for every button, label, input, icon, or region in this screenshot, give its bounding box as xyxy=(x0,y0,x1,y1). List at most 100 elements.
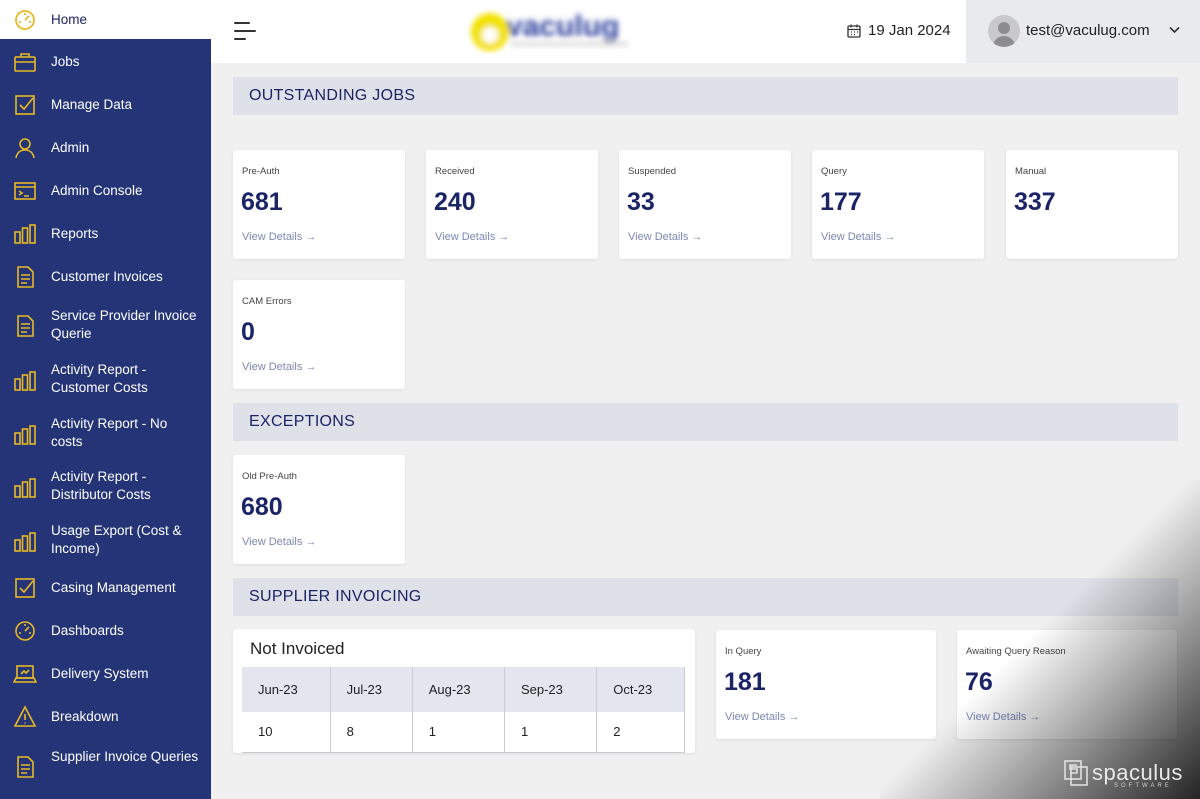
not-invoiced-table: Jun-23 Jul-23 Aug-23 Sep-23 Oct-23 10 8 … xyxy=(242,667,685,753)
sidebar-item-casing-management[interactable]: Casing Management xyxy=(0,569,211,607)
table-header-cell: Jul-23 xyxy=(330,667,413,712)
sidebar-item-label: Admin Console xyxy=(51,183,143,198)
card-label: Received xyxy=(435,166,475,177)
sidebar-item-label: Home xyxy=(51,12,88,27)
card-received: Received 240 View Details → xyxy=(426,150,598,259)
sidebar-item-reports[interactable]: Reports xyxy=(0,215,211,253)
sidebar-item-label: Service Provider Invoice Querie xyxy=(51,308,197,341)
bar-chart-icon xyxy=(13,530,37,554)
section-title: EXCEPTIONS xyxy=(249,413,356,430)
sidebar-item-label: Activity Report - Distributor Costs xyxy=(51,469,151,502)
section-title: OUTSTANDING JOBS xyxy=(249,87,416,104)
card-suspended: Suspended 33 View Details → xyxy=(619,150,791,259)
card-value: 337 xyxy=(1014,188,1056,216)
sidebar-item-label: Supplier Invoice Queries xyxy=(51,749,199,764)
card-value: 0 xyxy=(241,318,255,346)
sidebar-item-supplier-invoice-queries[interactable]: Supplier Invoice Queries xyxy=(0,745,211,789)
view-details-link[interactable]: View Details → xyxy=(628,231,702,243)
card-value: 240 xyxy=(434,188,476,216)
brand-logo: vaculug xyxy=(466,6,642,54)
user-email: test@vaculug.com xyxy=(1026,22,1150,39)
view-details-link[interactable]: View Details → xyxy=(242,231,316,243)
sidebar-item-label: Activity Report - Customer Costs xyxy=(51,362,148,395)
sidebar-item-breakdown[interactable]: Breakdown xyxy=(0,698,211,736)
card-value: 76 xyxy=(965,668,993,696)
sidebar-item-manage-data[interactable]: Manage Data xyxy=(0,86,211,124)
table-header-cell: Oct-23 xyxy=(596,667,685,712)
sidebar-item-label: Usage Export (Cost & Income) xyxy=(51,523,182,556)
table-row: 10 8 1 1 2 xyxy=(242,712,685,753)
chevron-down-icon xyxy=(1169,26,1180,34)
sidebar-item-service-provider-invoice-queries[interactable]: Service Provider Invoice Querie xyxy=(0,304,211,348)
table-header-cell: Aug-23 xyxy=(412,667,505,712)
bar-chart-icon xyxy=(13,423,37,447)
sidebar-item-usage-export[interactable]: Usage Export (Cost & Income) xyxy=(0,519,211,563)
sidebar-item-admin[interactable]: Admin xyxy=(0,129,211,167)
section-supplier-invoicing: SUPPLIER INVOICING xyxy=(233,578,1178,616)
sidebar-item-label: Admin xyxy=(51,140,90,155)
terminal-icon xyxy=(13,179,37,203)
sidebar-item-label: Breakdown xyxy=(51,709,119,724)
card-manual: Manual 337 xyxy=(1006,150,1178,259)
user-icon xyxy=(13,136,37,160)
bar-chart-icon xyxy=(13,369,37,393)
sidebar-item-admin-console[interactable]: Admin Console xyxy=(0,172,211,210)
sidebar-item-label: Casing Management xyxy=(51,580,176,595)
sidebar-item-label: Delivery System xyxy=(51,666,149,681)
section-exceptions: EXCEPTIONS xyxy=(233,403,1178,441)
spaculus-logo-icon xyxy=(1064,760,1088,786)
sidebar-item-dashboards[interactable]: Dashboards xyxy=(0,612,211,650)
view-details-link[interactable]: View Details → xyxy=(242,361,316,373)
view-details-link[interactable]: View Details → xyxy=(435,231,509,243)
document-icon xyxy=(13,265,37,289)
view-details-link[interactable]: View Details → xyxy=(725,711,799,723)
table-cell: 8 xyxy=(330,712,413,753)
sidebar-item-home[interactable]: Home xyxy=(0,0,211,39)
avatar xyxy=(988,15,1020,47)
laptop-icon xyxy=(13,662,37,686)
top-header: vaculug 19 Jan 2024 test@vaculug.com xyxy=(211,0,1200,63)
sidebar: Home Jobs Manage Data Admin Admin Consol… xyxy=(0,0,211,799)
card-in-query: In Query 181 View Details → xyxy=(716,630,936,739)
sidebar-item-label: Reports xyxy=(51,226,99,241)
card-label: CAM Errors xyxy=(242,296,292,307)
sidebar-item-customer-invoices[interactable]: Customer Invoices xyxy=(0,258,211,296)
card-query: Query 177 View Details → xyxy=(812,150,984,259)
view-details-link[interactable]: View Details → xyxy=(242,536,316,548)
table-cell: 10 xyxy=(242,712,331,753)
hamburger-menu-icon[interactable] xyxy=(234,20,260,42)
watermark: spaculus SOFTWARE xyxy=(1064,760,1183,789)
date-text: 19 Jan 2024 xyxy=(868,22,951,39)
speedometer-icon xyxy=(13,8,37,32)
card-label: Query xyxy=(821,166,847,177)
card-value: 181 xyxy=(724,668,766,696)
card-pre-auth: Pre-Auth 681 View Details → xyxy=(233,150,405,259)
sidebar-item-jobs[interactable]: Jobs xyxy=(0,43,211,81)
card-label: In Query xyxy=(725,646,762,657)
briefcase-icon xyxy=(13,50,37,74)
sidebar-item-label: Dashboards xyxy=(51,623,124,638)
user-menu[interactable]: test@vaculug.com xyxy=(966,0,1200,63)
table-header-cell: Sep-23 xyxy=(504,667,598,712)
view-details-link[interactable]: View Details → xyxy=(821,231,895,243)
bar-chart-icon xyxy=(13,476,37,500)
card-label: Pre-Auth xyxy=(242,166,280,177)
bar-chart-icon xyxy=(13,222,37,246)
sidebar-item-activity-report-customer-costs[interactable]: Activity Report - Customer Costs xyxy=(0,358,211,402)
svg-text:vaculug: vaculug xyxy=(506,10,619,43)
speedometer-icon xyxy=(13,619,37,643)
card-value: 177 xyxy=(820,188,862,216)
sidebar-item-delivery-system[interactable]: Delivery System xyxy=(0,655,211,693)
card-awaiting-query-reason: Awaiting Query Reason 76 View Details → xyxy=(957,630,1177,739)
sidebar-item-activity-report-no-costs[interactable]: Activity Report - No costs xyxy=(0,412,211,456)
card-label: Suspended xyxy=(628,166,677,177)
warning-icon xyxy=(13,705,37,729)
document-icon xyxy=(13,755,37,779)
table-cell: 1 xyxy=(504,712,598,753)
section-title: SUPPLIER INVOICING xyxy=(249,588,422,605)
checkbox-icon xyxy=(13,576,37,600)
view-details-link[interactable]: View Details → xyxy=(966,711,1040,723)
card-cam-errors: CAM Errors 0 View Details → xyxy=(233,280,405,389)
sidebar-item-activity-report-distributor-costs[interactable]: Activity Report - Distributor Costs xyxy=(0,465,211,509)
sidebar-item-label: Customer Invoices xyxy=(51,269,163,284)
